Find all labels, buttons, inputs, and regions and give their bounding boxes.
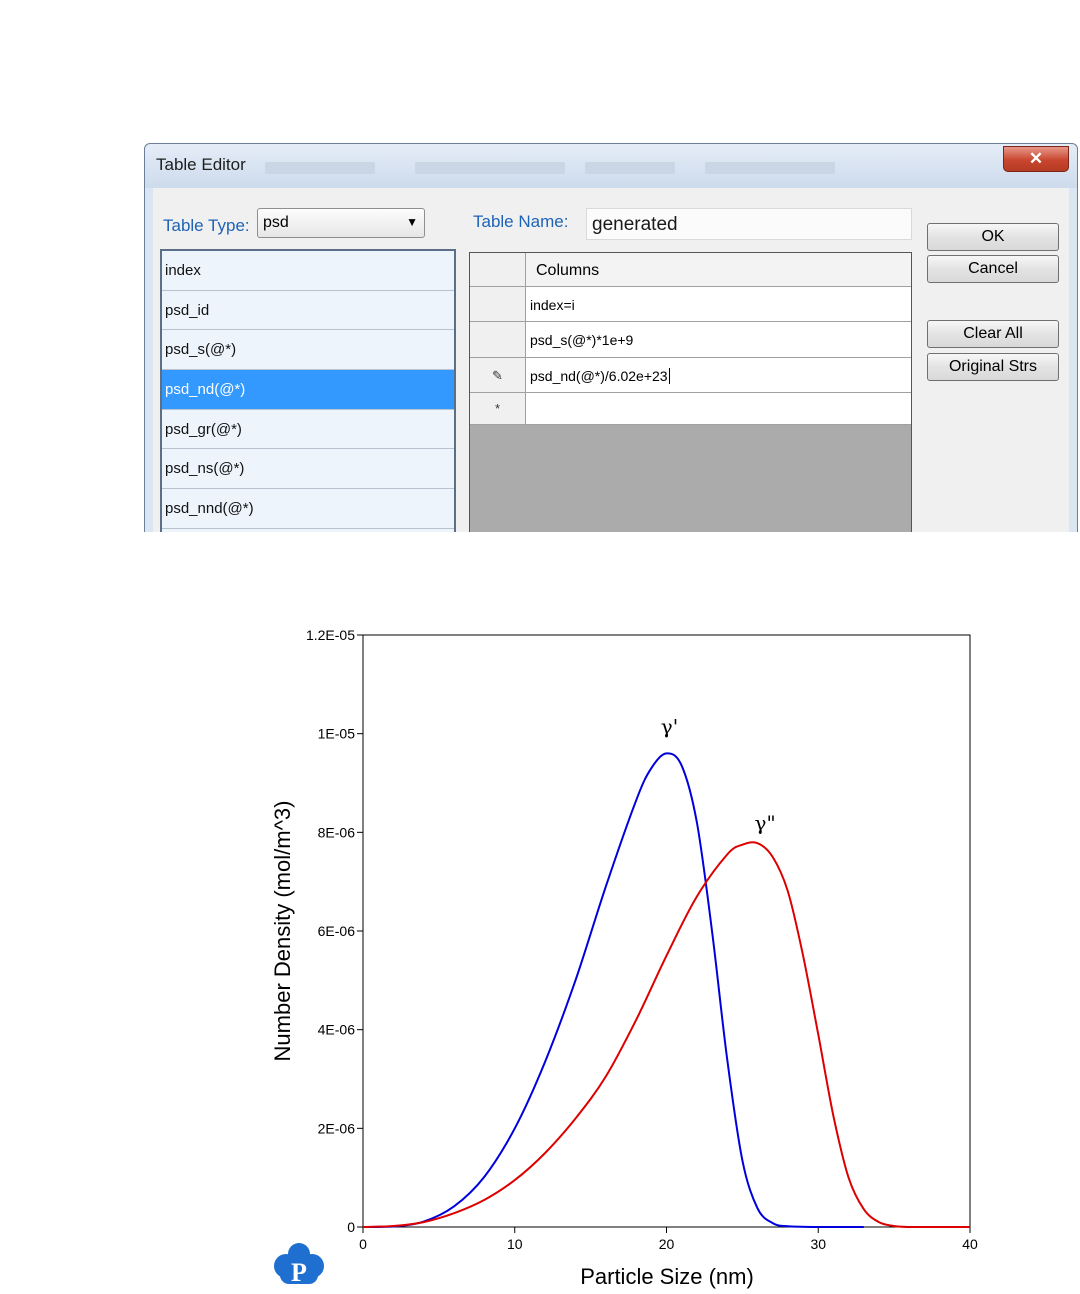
list-item[interactable]: psd_id <box>162 291 454 331</box>
y-tick-label: 1E-05 <box>318 726 356 742</box>
list-item[interactable]: index <box>162 251 454 291</box>
grid-header-row: Columns <box>470 253 911 287</box>
grid-cell-text: psd_nd(@*)/6.02e+23 <box>530 368 668 384</box>
y-tick-label: 6E-06 <box>318 923 356 939</box>
edit-pencil-icon[interactable]: ✎ <box>470 358 526 393</box>
table-editor-dialog: Table Editor ✕ Table Type: psd ▼ Table N… <box>144 143 1078 532</box>
y-axis-label: Number Density (mol/m^3) <box>270 801 295 1062</box>
x-tick-label: 10 <box>507 1236 523 1252</box>
original-strs-button[interactable]: Original Strs <box>927 353 1059 381</box>
window-title: Table Editor <box>156 155 246 174</box>
grid-row-editing: ✎ psd_nd(@*)/6.02e+23 <box>470 358 911 393</box>
title-bar-blur <box>705 162 835 174</box>
svg-text:P: P <box>291 1258 307 1287</box>
table-type-select[interactable]: psd ▼ <box>257 208 425 238</box>
number-density-chart: 0 2E-06 4E-06 6E-06 8E-06 1E-05 1.2E-05 0 10 20 30… <box>270 627 978 1289</box>
close-icon: ✕ <box>1028 149 1044 168</box>
title-bar[interactable]: Table Editor ✕ <box>145 144 1077 188</box>
row-header[interactable] <box>470 287 526 322</box>
y-tick-label: 0 <box>347 1219 355 1235</box>
table-name-label: Table Name: <box>473 212 569 231</box>
grid-cell[interactable]: index=i <box>526 287 911 322</box>
dropdown-arrow-icon: ▼ <box>406 215 418 229</box>
text-caret <box>668 368 670 384</box>
list-item[interactable]: psd_ns(@*) <box>162 449 454 490</box>
columns-header[interactable]: Columns <box>526 253 911 287</box>
clear-all-button[interactable]: Clear All <box>927 320 1059 348</box>
phase-annotation: γ' <box>661 715 678 739</box>
x-tick-label: 0 <box>359 1236 367 1252</box>
table-editor-window: Table Editor ✕ Table Type: psd ▼ Table N… <box>144 143 1080 532</box>
grid-cell[interactable] <box>526 393 911 425</box>
grid-cell[interactable]: psd_s(@*)*1e+9 <box>526 322 911 358</box>
pandat-logo-icon: P <box>274 1243 324 1287</box>
x-tick-label: 20 <box>659 1236 675 1252</box>
dialog-body: Table Type: psd ▼ Table Name: generated … <box>153 188 1069 532</box>
columns-grid[interactable]: Columns index=i psd_s(@*)*1e+9 ✎ psd_nd(… <box>469 252 912 532</box>
table-name-input[interactable]: generated <box>586 208 912 240</box>
x-tick-label: 30 <box>810 1236 826 1252</box>
y-tick-label: 8E-06 <box>318 824 356 840</box>
grid-corner <box>470 253 526 287</box>
y-tick-label: 4E-06 <box>318 1022 356 1038</box>
title-bar-blur <box>585 162 675 174</box>
table-type-label: Table Type: <box>163 216 250 235</box>
list-item-selected[interactable]: psd_nd(@*) <box>162 370 454 410</box>
cancel-button[interactable]: Cancel <box>927 255 1059 283</box>
grid-row: index=i <box>470 287 911 322</box>
x-axis-label: Particle Size (nm) <box>580 1264 754 1289</box>
column-source-list[interactable]: index psd_id psd_s(@*) psd_nd(@*) psd_gr… <box>160 249 456 532</box>
close-button[interactable]: ✕ <box>1003 146 1069 172</box>
row-header[interactable] <box>470 322 526 358</box>
table-type-value: psd <box>263 214 289 231</box>
grid-row: psd_s(@*)*1e+9 <box>470 322 911 358</box>
table-name-value: generated <box>592 214 678 235</box>
title-bar-blur <box>265 162 375 174</box>
grid-new-row: * <box>470 393 911 425</box>
x-tick-label: 40 <box>962 1236 978 1252</box>
phase-annotation: γ" <box>755 811 776 835</box>
list-item[interactable]: psd_s(@*) <box>162 330 454 371</box>
new-row-asterisk-icon[interactable]: * <box>470 393 526 425</box>
list-item[interactable]: psd_gr(@*) <box>162 410 454 450</box>
title-bar-blur <box>415 162 565 174</box>
grid-cell-editing[interactable]: psd_nd(@*)/6.02e+23 <box>526 358 911 393</box>
ok-button[interactable]: OK <box>927 223 1059 251</box>
list-item[interactable]: psd_nnd(@*) <box>162 489 454 529</box>
y-tick-label: 2E-06 <box>318 1120 356 1136</box>
y-tick-label: 1.2E-05 <box>306 627 355 643</box>
